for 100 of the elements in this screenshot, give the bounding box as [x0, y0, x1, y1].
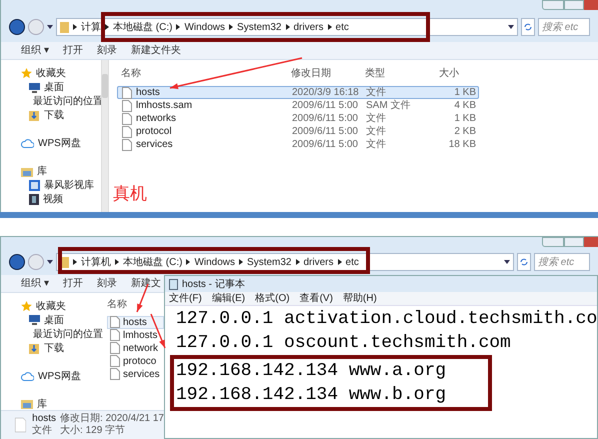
scrollbar[interactable] — [101, 60, 109, 212]
refresh-button[interactable] — [521, 18, 535, 36]
column-header[interactable]: 修改日期 — [289, 66, 363, 80]
toolbar-button[interactable]: 新建文件夹 — [130, 43, 181, 58]
address-bar[interactable]: 计算 本地磁盘 (C:) Windows System32 drivers etc — [56, 18, 518, 36]
file-icon — [122, 100, 132, 112]
nav-item[interactable]: 桌面 — [44, 312, 64, 328]
file-type: 文件 — [365, 138, 387, 152]
toolbar-button[interactable]: 组织 ▾ — [21, 276, 49, 291]
menu-item[interactable]: 编辑(E) — [212, 291, 246, 306]
file-row[interactable]: services 2009/6/11 5:00 文件 18 KB — [117, 138, 479, 151]
nav-item[interactable]: 收藏夹 — [36, 66, 66, 81]
monitor-icon — [29, 82, 40, 92]
file-date: 2009/6/11 5:00 — [291, 99, 359, 113]
chevron-icon[interactable] — [296, 259, 300, 265]
file-row[interactable]: protocol 2009/6/11 5:00 文件 2 KB — [117, 125, 479, 138]
chevron-icon[interactable] — [338, 259, 342, 265]
nav-item[interactable]: 库 — [37, 396, 47, 412]
file-name: services — [123, 368, 160, 382]
breadcrumb[interactable]: drivers — [294, 20, 324, 34]
breadcrumb[interactable]: 本地磁盘 (C:) — [113, 20, 172, 34]
back-button[interactable] — [9, 254, 25, 270]
nav-item[interactable]: 桌面 — [44, 80, 64, 95]
file-size: 18 KB — [448, 138, 476, 152]
breadcrumb[interactable]: etc — [346, 254, 359, 270]
chevron-icon[interactable] — [229, 24, 234, 30]
file-name: protocol — [136, 125, 172, 139]
menu-item[interactable]: 文件(F) — [169, 291, 202, 306]
refresh-icon — [520, 258, 528, 266]
toolbar-button[interactable]: 打开 — [62, 43, 83, 58]
column-header[interactable]: 名称 — [107, 296, 164, 312]
search-field[interactable]: 搜索 etc — [534, 253, 590, 271]
menu-item[interactable]: 格式(O) — [255, 291, 290, 306]
chevron-icon[interactable] — [239, 259, 244, 265]
column-header[interactable]: 名称 — [117, 66, 289, 80]
column-header[interactable]: 类型 — [363, 66, 437, 80]
refresh-button[interactable] — [517, 253, 531, 271]
text-line: 192.168.142.134 www.b.org — [176, 385, 446, 405]
nav-item[interactable]: 库 — [37, 164, 47, 179]
breadcrumb[interactable]: System32 — [247, 254, 292, 270]
star-icon — [21, 68, 32, 79]
chevron-icon[interactable] — [73, 259, 77, 265]
toolbar-button[interactable]: 刻录 — [96, 43, 117, 58]
caret-icon[interactable] — [47, 25, 53, 29]
breadcrumb[interactable]: System32 — [237, 20, 282, 34]
file-date: 2009/6/11 5:00 — [291, 125, 359, 139]
file-row[interactable]: hosts — [107, 316, 164, 329]
details-name: hosts — [32, 412, 56, 424]
nav-item[interactable]: 下载 — [44, 108, 64, 123]
file-row[interactable]: lmhosts.sam 2009/6/11 5:00 SAM 文件 4 KB — [117, 99, 479, 112]
file-row[interactable]: protoco — [107, 354, 164, 368]
dropdown-icon[interactable] — [504, 260, 510, 264]
back-button[interactable] — [9, 19, 25, 35]
folder-icon — [60, 22, 69, 32]
address-bar[interactable]: 计算机 本地磁盘 (C:) Windows System32 drivers etc — [56, 253, 514, 271]
details-type: 文件 — [32, 424, 54, 437]
file-row[interactable]: networks 2009/6/11 5:00 文件 1 KB — [117, 112, 479, 125]
chevron-icon[interactable] — [105, 24, 109, 30]
toolbar-button[interactable]: 刻录 — [96, 276, 117, 291]
breadcrumb[interactable]: 计算机 — [81, 254, 111, 270]
file-date: 2020/3/9 16:18 — [291, 86, 360, 100]
nav-item[interactable]: 最近访问的位置 — [33, 326, 103, 342]
dropdown-icon[interactable] — [508, 25, 514, 29]
breadcrumb[interactable]: drivers — [304, 254, 334, 270]
window-title: hosts - 记事本 — [182, 278, 245, 292]
file-row[interactable]: network — [107, 342, 164, 355]
toolbar-button[interactable]: 打开 — [62, 276, 83, 291]
chevron-icon[interactable] — [286, 24, 290, 30]
file-icon — [110, 368, 120, 380]
chevron-icon[interactable] — [328, 24, 332, 30]
breadcrumb[interactable]: etc — [336, 20, 349, 34]
nav-item[interactable]: WPS网盘 — [38, 368, 81, 384]
chevron-icon[interactable] — [73, 24, 77, 30]
toolbar-button[interactable]: 组织 ▾ — [21, 43, 49, 58]
file-icon — [110, 316, 120, 328]
file-icon — [110, 329, 120, 342]
breadcrumb[interactable]: Windows — [194, 254, 236, 270]
column-header[interactable]: 大小 — [437, 66, 477, 80]
file-icon — [122, 112, 132, 124]
breadcrumb[interactable]: 计算 — [81, 20, 101, 34]
caret-icon[interactable] — [47, 260, 53, 264]
chevron-icon[interactable] — [115, 259, 119, 265]
nav-item[interactable]: WPS网盘 — [38, 136, 81, 151]
file-row[interactable]: lmhosts — [107, 328, 164, 342]
menu-item[interactable]: 查看(V) — [300, 291, 333, 306]
menu-item[interactable]: 帮助(H) — [342, 291, 377, 306]
monitor-icon — [29, 315, 40, 326]
chevron-icon[interactable] — [186, 259, 190, 265]
nav-item[interactable]: 下载 — [44, 340, 64, 356]
nav-item[interactable]: 收藏夹 — [36, 298, 66, 314]
breadcrumb[interactable]: Windows — [184, 20, 226, 34]
film-icon — [29, 194, 39, 205]
breadcrumb[interactable]: 本地磁盘 (C:) — [123, 254, 182, 270]
nav-item[interactable]: 视频 — [43, 192, 63, 207]
file-row[interactable]: services — [107, 368, 164, 381]
library-icon — [21, 399, 33, 410]
nav-item[interactable]: 暴风影视库 — [44, 178, 94, 193]
file-row[interactable]: hosts 2020/3/9 16:18 文件 1 KB — [117, 86, 479, 99]
chevron-icon[interactable] — [176, 24, 180, 30]
search-field[interactable]: 搜索 etc — [538, 18, 590, 36]
